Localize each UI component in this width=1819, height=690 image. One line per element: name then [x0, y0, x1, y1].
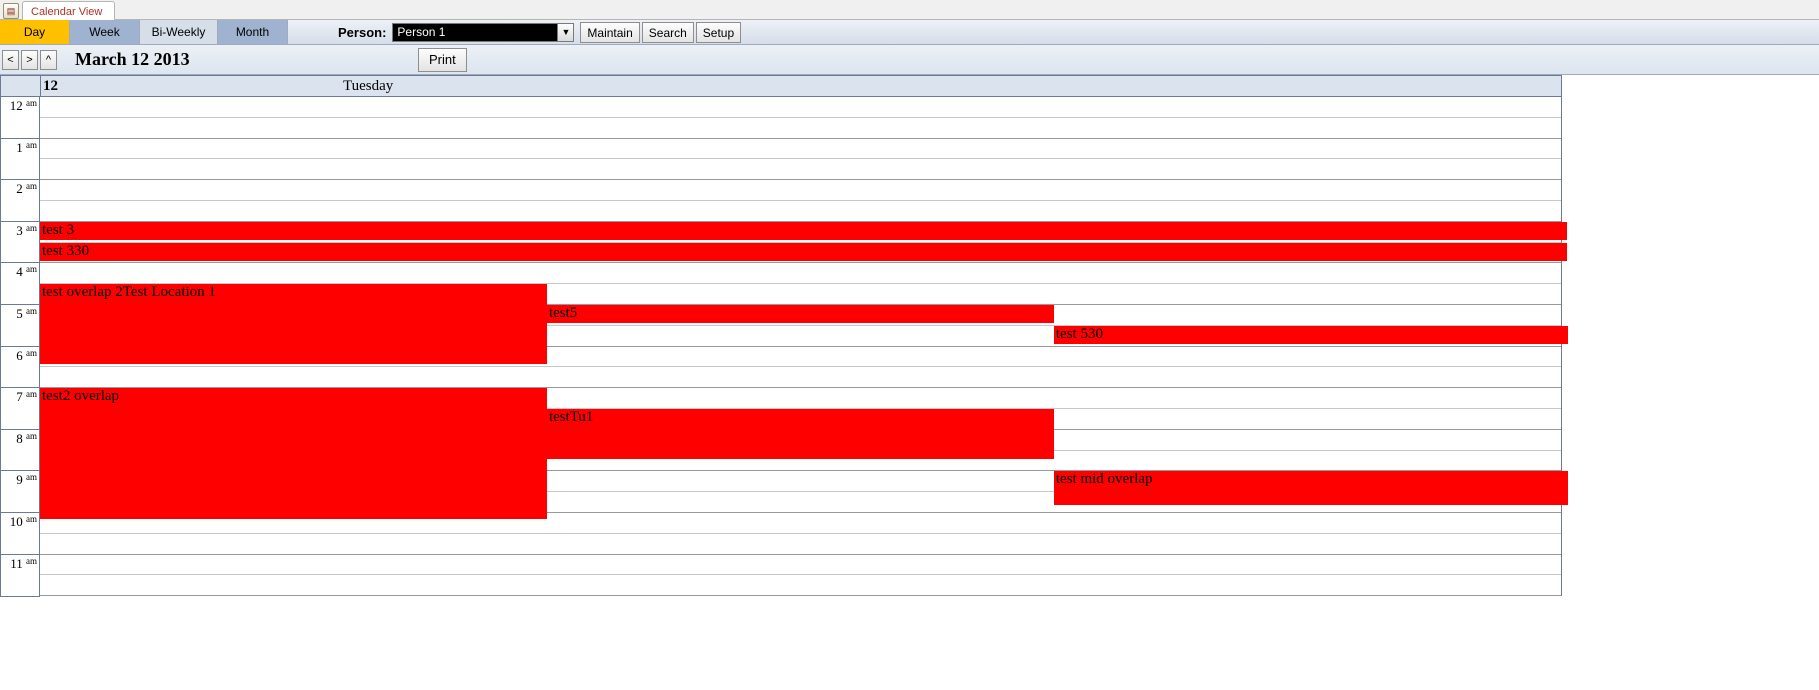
person-label: Person:	[338, 20, 392, 44]
person-select[interactable]: Person 1 ▼	[392, 20, 574, 44]
calendar-timeslot[interactable]	[40, 180, 1561, 201]
view-month-button[interactable]: Month	[218, 20, 288, 44]
view-biweekly-button[interactable]: Bi-Weekly	[140, 20, 218, 44]
calendar-timeslot[interactable]	[40, 534, 1561, 555]
calendar-header-gutter	[0, 75, 40, 97]
form-tab-strip: ▤ Calendar View	[0, 0, 1819, 20]
time-label: 2 am	[1, 180, 39, 222]
calendar-timeslot[interactable]	[40, 575, 1561, 596]
view-day-button[interactable]: Day	[0, 20, 70, 44]
view-toolbar: Day Week Bi-Weekly Month Person: Person …	[0, 20, 1819, 45]
calendar-timeslot[interactable]	[40, 159, 1561, 180]
calendar-day-number: 12	[43, 78, 343, 95]
time-label: 6 am	[1, 347, 39, 389]
form-tab-label: Calendar View	[31, 6, 102, 18]
next-date-button[interactable]: >	[21, 50, 38, 70]
form-tab-calendar-view[interactable]: Calendar View	[22, 1, 115, 20]
calendar-timeslot[interactable]	[40, 263, 1561, 284]
calendar-timeslot[interactable]	[40, 555, 1561, 576]
time-label: 12 am	[1, 97, 39, 139]
calendar-event[interactable]: testTu1	[547, 409, 1054, 459]
time-label: 10 am	[1, 513, 39, 555]
calendar-event[interactable]: test5	[547, 305, 1054, 323]
calendar-timeslot[interactable]	[40, 367, 1561, 388]
time-column: 12 am 1 am 2 am 3 am 4 am 5 am 6 am 7 am…	[0, 97, 40, 597]
view-week-button[interactable]: Week	[70, 20, 140, 44]
current-date-title: March 12 2013	[75, 49, 190, 70]
time-label: 8 am	[1, 430, 39, 472]
calendar-event[interactable]: test 3	[40, 222, 1567, 240]
calendar-grid: 12 Tuesday 12 am 1 am 2 am 3 am 4 am 5 a…	[0, 75, 1562, 597]
calendar-event[interactable]: test 330	[40, 243, 1567, 261]
time-label: 11 am	[1, 555, 39, 597]
person-select-value[interactable]: Person 1	[392, 23, 557, 42]
time-label: 1 am	[1, 139, 39, 181]
search-button[interactable]: Search	[642, 22, 694, 43]
calendar-day-header: 12 Tuesday	[40, 75, 1562, 97]
time-label: 3 am	[1, 222, 39, 264]
calendar-event[interactable]: test2 overlap	[40, 388, 547, 519]
calendar-day-name: Tuesday	[343, 78, 1559, 95]
time-label: 9 am	[1, 471, 39, 513]
date-nav-bar: < > ^ March 12 2013 Print	[0, 45, 1819, 75]
up-date-button[interactable]: ^	[40, 50, 57, 70]
calendar-timeslot[interactable]	[40, 97, 1561, 118]
prev-date-button[interactable]: <	[2, 50, 19, 70]
setup-button[interactable]: Setup	[696, 22, 741, 43]
calendar-day-body[interactable]: test 3 test 330 test overlap 2Test Locat…	[40, 97, 1562, 596]
person-select-dropdown-icon[interactable]: ▼	[557, 23, 574, 42]
calendar-event[interactable]: test overlap 2Test Location 1	[40, 284, 547, 364]
calendar-event[interactable]: test 530	[1054, 326, 1568, 344]
time-label: 5 am	[1, 305, 39, 347]
time-label: 4 am	[1, 263, 39, 305]
calendar-timeslot[interactable]	[40, 139, 1561, 160]
calendar-timeslot[interactable]	[40, 201, 1561, 222]
maintain-button[interactable]: Maintain	[580, 22, 639, 43]
calendar-event[interactable]: test mid overlap	[1054, 471, 1568, 505]
time-label: 7 am	[1, 388, 39, 430]
calendar-timeslot[interactable]	[40, 118, 1561, 139]
system-menu-icon[interactable]: ▤	[3, 3, 19, 19]
print-button[interactable]: Print	[418, 48, 467, 72]
